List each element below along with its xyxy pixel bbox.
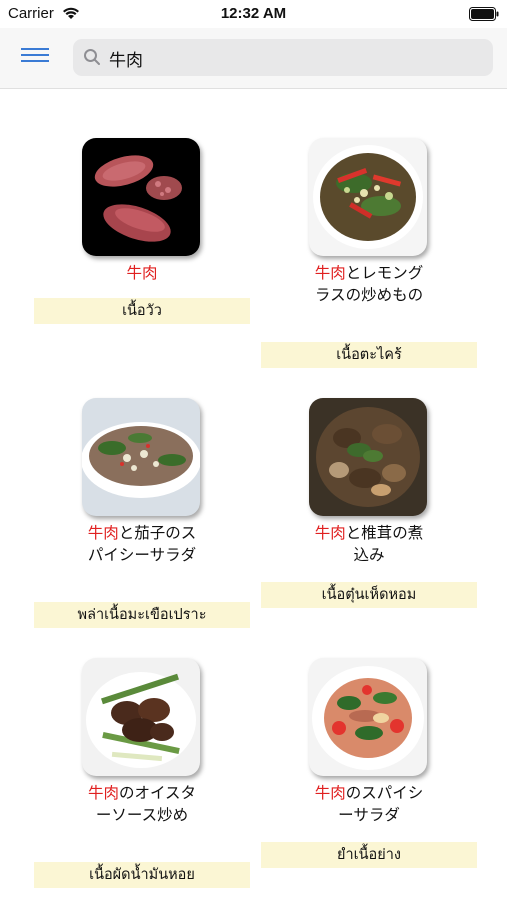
status-bar: Carrier 12:32 AM bbox=[0, 0, 507, 28]
spicy-beef-salad-icon bbox=[309, 658, 427, 776]
recipe-name-th: เนื้อตุ๋นเห็ดหอม bbox=[261, 582, 477, 608]
recipe-name-ja: 牛肉のスパイシーサラダ bbox=[314, 784, 424, 824]
raw-beef-icon bbox=[82, 138, 200, 256]
navigation-bar: 牛肉 bbox=[0, 28, 507, 89]
beef-lemongrass-stirfry-icon bbox=[309, 138, 427, 256]
search-input[interactable]: 牛肉 bbox=[73, 39, 493, 76]
hamburger-menu-icon[interactable] bbox=[18, 44, 52, 72]
beef-oyster-sauce-icon bbox=[82, 658, 200, 776]
recipe-name-th: เนื้อตะไคร้ bbox=[261, 342, 477, 368]
clock-label: 12:32 AM bbox=[220, 5, 287, 22]
recipe-name-th: พล่าเนื้อมะเขือเปราะ bbox=[34, 602, 250, 628]
battery-icon bbox=[469, 7, 499, 21]
recipe-name-ja: 牛肉のオイスターソース炒め bbox=[87, 784, 197, 824]
recipe-name-th: ยำเนื้อย่าง bbox=[261, 842, 477, 868]
search-icon bbox=[84, 49, 100, 65]
search-query: 牛肉 bbox=[109, 51, 143, 71]
recipe-name-ja: 牛肉とレモングラスの炒めもの bbox=[314, 264, 424, 304]
recipe-name-th: เนื้อวัว bbox=[34, 298, 250, 324]
recipe-name-ja: 牛肉 bbox=[126, 264, 158, 282]
recipe-name-ja: 牛肉と茄子のスパイシーサラダ bbox=[87, 524, 197, 564]
beef-eggplant-salad-icon bbox=[82, 398, 200, 516]
recipe-name-ja: 牛肉と椎茸の煮込み bbox=[314, 524, 424, 564]
beef-shiitake-stew-icon bbox=[309, 398, 427, 516]
recipe-name-th: เนื้อผัดน้ำมันหอย bbox=[34, 862, 250, 888]
